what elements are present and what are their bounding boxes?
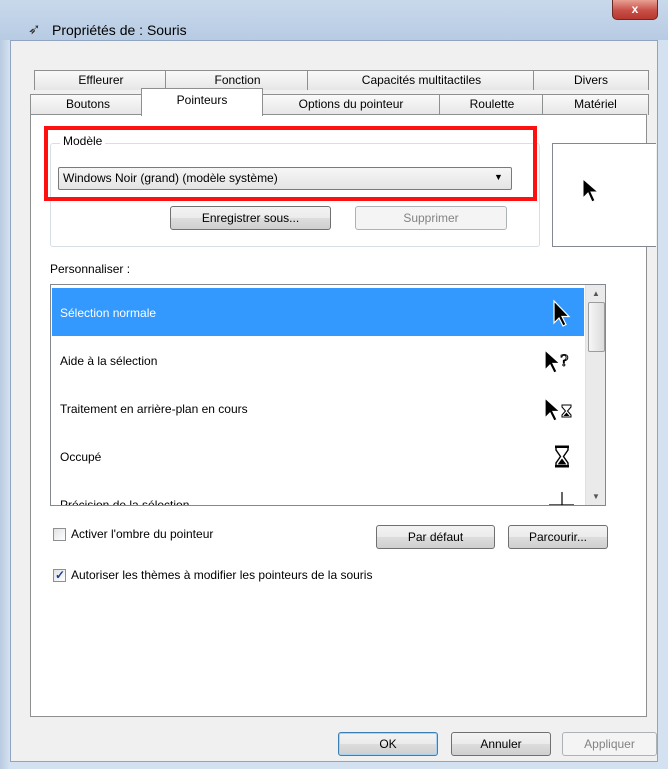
tab-label: Matériel <box>574 97 617 111</box>
tab-fonction[interactable]: Fonction <box>165 70 310 90</box>
tab-label: Options du pointeur <box>298 97 404 111</box>
tab-divers[interactable]: Divers <box>533 70 649 90</box>
customize-label: Personnaliser : <box>50 262 131 276</box>
cancel-button[interactable]: Annuler <box>451 732 551 756</box>
scroll-up-icon[interactable]: ▲ <box>586 285 606 302</box>
help-cursor-icon: ? <box>544 348 569 374</box>
pointer-shadow-checkbox[interactable] <box>53 528 66 541</box>
save-as-button[interactable]: Enregistrer sous... <box>170 206 331 230</box>
scroll-thumb[interactable] <box>588 302 605 352</box>
delete-scheme-button[interactable]: Supprimer <box>355 206 507 230</box>
window-frame-left <box>0 40 10 769</box>
button-label: Parcourir... <box>528 530 588 544</box>
annotation-highlight-box <box>44 126 537 201</box>
mouse-properties-window: ➶ Propriétés de : Souris x Effleurer Fon… <box>0 0 668 769</box>
apply-button[interactable]: Appliquer <box>562 732 657 756</box>
browse-button[interactable]: Parcourir... <box>508 525 608 549</box>
tab-label: Effleurer <box>78 73 124 87</box>
pointer-shadow-label: Activer l'ombre du pointeur <box>71 527 214 541</box>
list-item-label: Aide à la sélection <box>60 354 158 368</box>
list-scrollbar[interactable]: ▲ ▼ <box>585 285 605 505</box>
tab-pointeurs[interactable]: Pointeurs <box>141 88 263 116</box>
busy-hourglass-cursor-icon <box>555 445 569 468</box>
cursor-list[interactable]: Sélection normale Aide à la sélection ? … <box>50 284 606 506</box>
ok-button[interactable]: OK <box>338 732 438 756</box>
tab-materiel[interactable]: Matériel <box>542 94 649 115</box>
allow-themes-checkbox[interactable]: ✓ <box>53 568 66 582</box>
tab-label: Roulette <box>469 97 515 111</box>
tab-label: Pointeurs <box>176 93 228 107</box>
window-title: Propriétés de : Souris <box>52 22 187 38</box>
list-item-label: Occupé <box>60 450 102 464</box>
button-label: OK <box>379 737 397 751</box>
list-item-label: Sélection normale <box>60 306 157 320</box>
tab-label: Fonction <box>214 73 261 87</box>
mouse-pointer-icon: ➶ <box>28 21 41 38</box>
tab-boutons[interactable]: Boutons <box>30 94 146 115</box>
tab-options-du-pointeur[interactable]: Options du pointeur <box>260 94 442 115</box>
cursor-preview <box>552 143 656 247</box>
tab-label: Boutons <box>65 97 111 111</box>
close-icon: x <box>631 2 639 16</box>
tab-roulette[interactable]: Roulette <box>439 94 545 115</box>
svg-text:?: ? <box>560 351 569 370</box>
close-button[interactable]: x <box>612 0 658 20</box>
checkmark-icon: ✓ <box>55 568 66 582</box>
arrow-cursor-icon <box>553 299 571 327</box>
allow-themes-label: Autoriser les thèmes à modifier les poin… <box>71 568 373 582</box>
list-item-label: Traitement en arrière-plan en cours <box>60 402 248 416</box>
list-item-aide-selection[interactable]: Aide à la sélection ? <box>52 336 584 384</box>
working-in-background-cursor-icon <box>544 396 572 422</box>
button-label: Annuler <box>480 737 522 751</box>
button-label: Appliquer <box>584 737 635 751</box>
button-label: Supprimer <box>403 211 459 225</box>
tab-capacites-multitactiles[interactable]: Capacités multitactiles <box>307 70 536 90</box>
tab-label: Divers <box>573 73 608 87</box>
button-label: Enregistrer sous... <box>201 211 300 225</box>
list-item-arriere-plan[interactable]: Traitement en arrière-plan en cours <box>52 384 584 432</box>
arrow-cursor-icon <box>582 178 600 203</box>
list-item-precision[interactable]: Précision de la sélection <box>52 480 584 506</box>
list-item-occupe[interactable]: Occupé <box>52 432 584 480</box>
crosshair-cursor-icon <box>549 492 574 505</box>
tab-label: Capacités multitactiles <box>361 73 482 87</box>
list-item-selection-normale[interactable]: Sélection normale <box>52 288 584 336</box>
button-label: Par défaut <box>407 530 464 544</box>
tab-effleurer[interactable]: Effleurer <box>34 70 168 90</box>
list-item-label: Précision de la sélection <box>60 498 190 506</box>
scroll-down-icon[interactable]: ▼ <box>586 488 606 505</box>
use-default-button[interactable]: Par défaut <box>376 525 495 549</box>
